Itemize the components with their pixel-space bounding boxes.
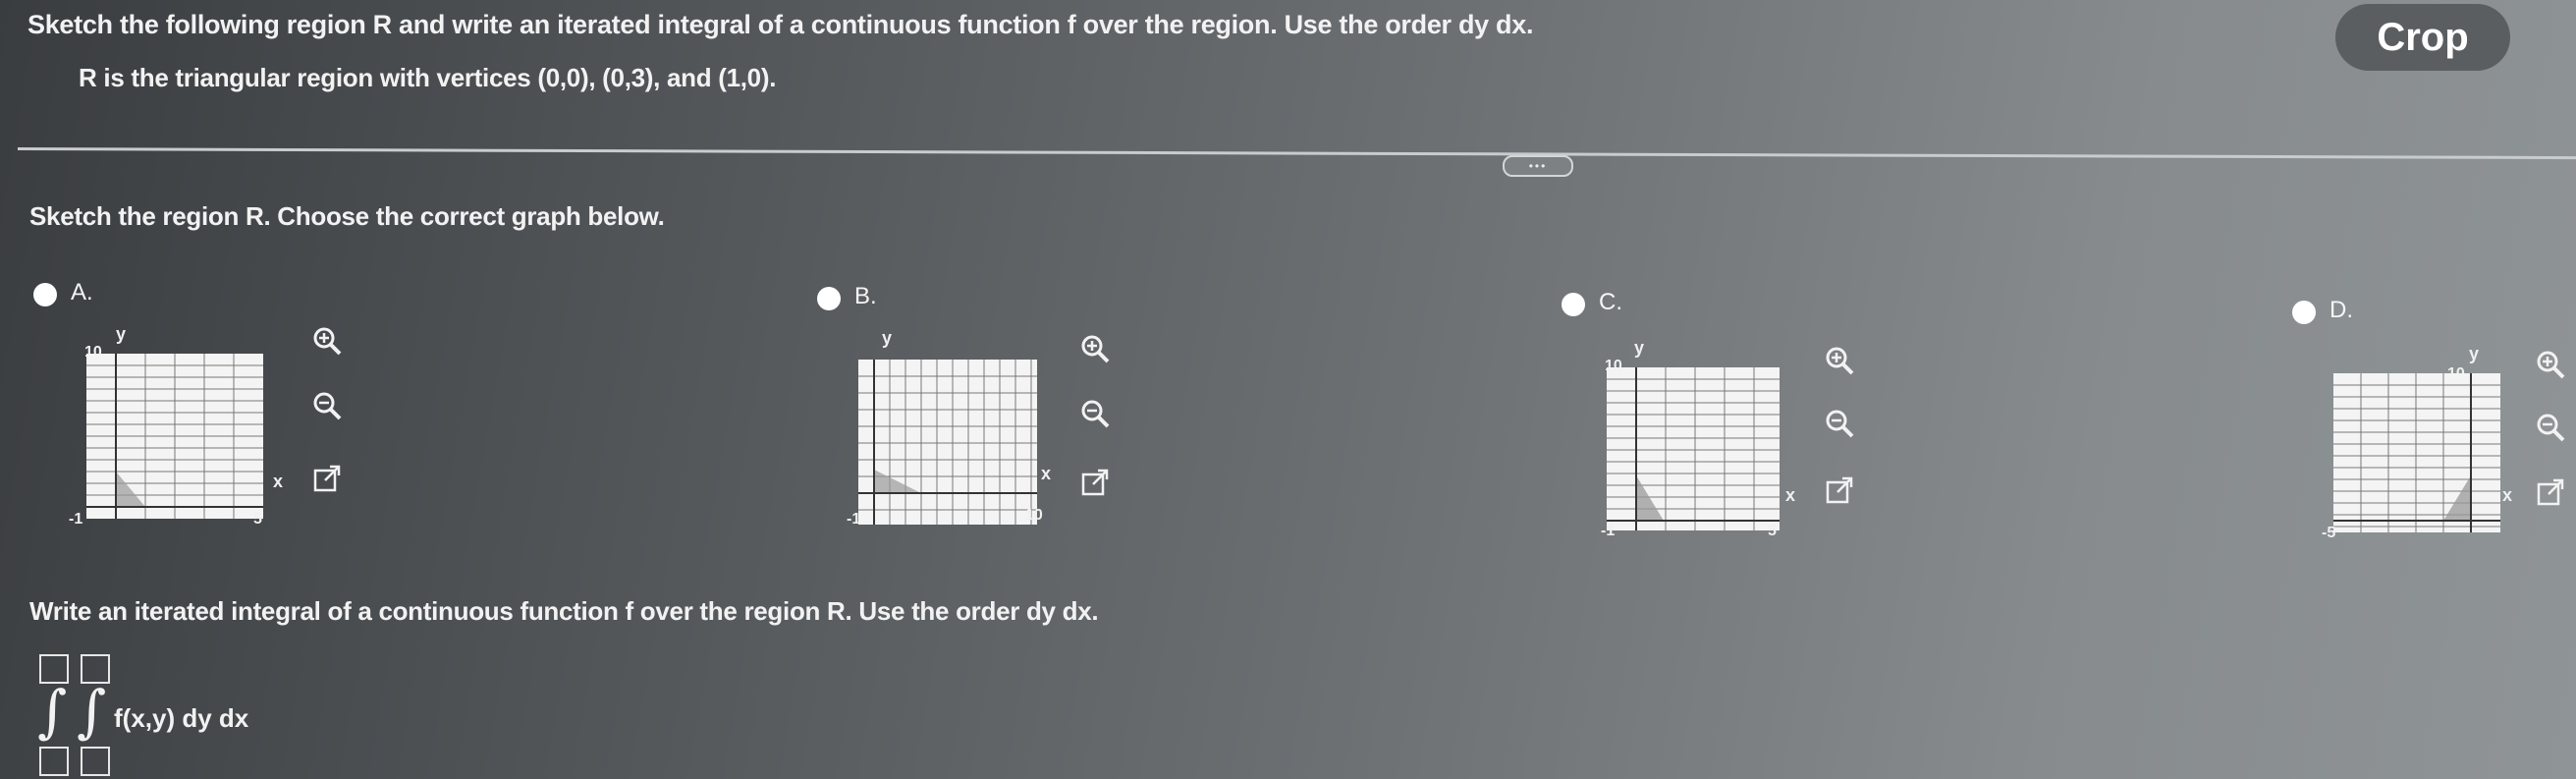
option-d-label: D.	[2329, 297, 2353, 323]
option-c-y-axis-label: y	[1634, 338, 1645, 358]
option-c-graph[interactable]	[1607, 367, 1780, 530]
option-b-zoom-in-icon[interactable]	[1078, 332, 1112, 365]
option-c-xmax-label: 5	[1768, 523, 1777, 539]
integrand-text: f(x,y) dy dx	[114, 703, 249, 733]
option-a-zoom-out-icon[interactable]	[310, 389, 344, 422]
part1-prompt: Sketch the region R. Choose the correct …	[29, 201, 665, 231]
option-b-graph[interactable]	[858, 360, 1037, 525]
option-d-min-label: -5	[2322, 525, 2336, 541]
more-button[interactable]: •••	[1503, 155, 1573, 177]
region-description: R is the triangular region with vertices…	[79, 63, 777, 92]
option-d-zoom-out-icon[interactable]	[2534, 411, 2567, 444]
inner-lower-limit-input[interactable]	[81, 747, 110, 776]
option-a-xmax-label: 5	[253, 511, 262, 528]
inner-integral-sign: ∫	[77, 678, 107, 745]
option-d-y-axis-label: y	[2469, 344, 2480, 363]
option-b-x-axis-label: x	[1041, 464, 1052, 483]
option-a-label: A.	[71, 279, 93, 306]
part2-prompt: Write an iterated integral of a continuo…	[29, 596, 1099, 626]
option-c-min-label: -1	[1601, 523, 1616, 539]
option-d-x-axis-label: x	[2502, 485, 2513, 505]
option-d-zoom-in-icon[interactable]	[2534, 348, 2567, 381]
option-c-radio[interactable]	[1562, 293, 1585, 316]
iterated-integral: ∫ ∫ f(x,y) dy dx	[33, 654, 289, 779]
question-title: Sketch the following region R and write …	[27, 10, 1534, 39]
option-b-min-label: -1	[847, 511, 861, 528]
section-divider	[17, 147, 2576, 160]
option-b-radio[interactable]	[817, 287, 841, 310]
option-c-zoom-out-icon[interactable]	[1823, 407, 1856, 440]
outer-lower-limit-input[interactable]	[39, 747, 69, 776]
option-c-x-axis-label: x	[1785, 485, 1796, 505]
option-b-xmax-label: 10	[1025, 507, 1043, 524]
option-a-zoom-in-icon[interactable]	[310, 324, 344, 358]
option-a-graph[interactable]	[86, 354, 263, 519]
option-c-zoom-in-icon[interactable]	[1823, 344, 1856, 377]
option-b-y-axis-label: y	[882, 328, 893, 348]
option-a-x-axis-label: x	[273, 472, 284, 491]
option-c-external-link-icon[interactable]	[1823, 473, 1856, 507]
option-d-radio[interactable]	[2292, 301, 2316, 324]
option-a-min-label: -1	[69, 511, 83, 528]
option-b-external-link-icon[interactable]	[1078, 466, 1112, 499]
option-a-y-axis-label: y	[116, 324, 127, 344]
option-a-radio[interactable]	[33, 283, 57, 306]
crop-button[interactable]: Crop	[2335, 4, 2510, 71]
option-b-zoom-out-icon[interactable]	[1078, 397, 1112, 430]
outer-integral-sign: ∫	[37, 678, 68, 745]
option-d-graph[interactable]	[2333, 373, 2500, 532]
option-c-label: C.	[1599, 289, 1622, 315]
option-b-label: B.	[854, 283, 877, 309]
option-a-external-link-icon[interactable]	[310, 462, 344, 495]
option-d-external-link-icon[interactable]	[2534, 475, 2567, 509]
